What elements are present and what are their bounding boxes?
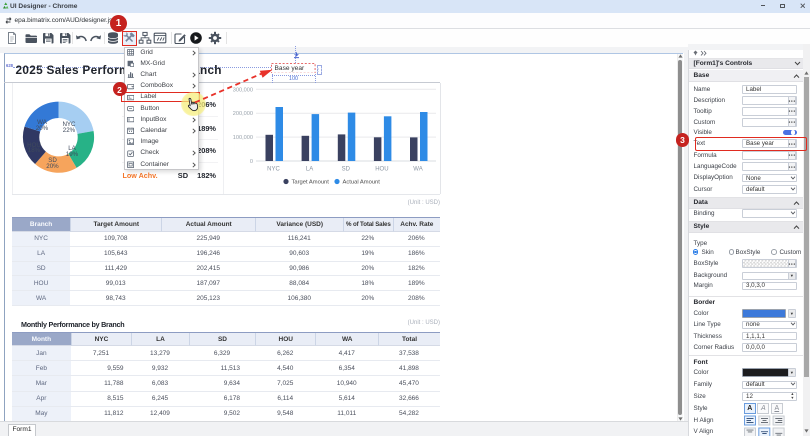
svg-text:0: 0 — [250, 159, 253, 165]
svg-text:Target Amount: Target Amount — [292, 180, 330, 186]
svg-text:NYC: NYC — [267, 167, 280, 173]
svg-text:100,000: 100,000 — [233, 135, 253, 141]
svg-text:SD: SD — [342, 167, 351, 173]
svg-text:WA: WA — [413, 167, 422, 173]
svg-text:HOU: HOU — [375, 167, 388, 173]
svg-text:LA: LA — [306, 167, 313, 173]
svg-text:Actual Amount: Actual Amount — [343, 180, 381, 186]
svg-text:200,000: 200,000 — [233, 111, 253, 117]
